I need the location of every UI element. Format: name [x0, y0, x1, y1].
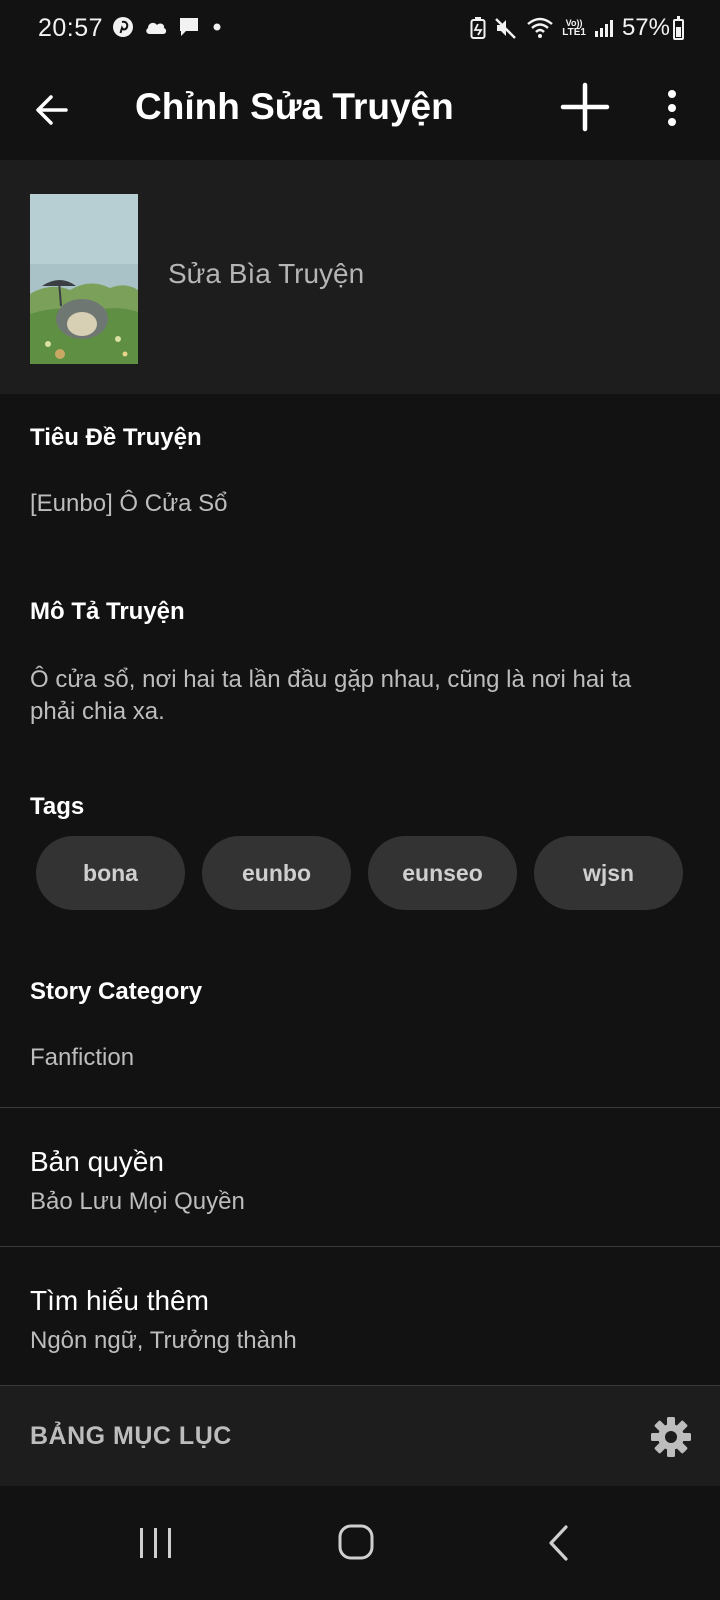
table-of-contents-header: BẢNG MỤC LỤC — [0, 1386, 720, 1486]
app-bar: Chỉnh Sửa Truyện — [0, 60, 720, 160]
copyright-row[interactable]: Bản quyền Bảo Lưu Mọi Quyền — [0, 1108, 720, 1246]
message-icon — [180, 18, 198, 36]
cloud-icon — [146, 22, 167, 34]
home-icon[interactable] — [338, 1524, 374, 1560]
learn-more-value: Ngôn ngữ, Trưởng thành — [30, 1327, 297, 1354]
edit-cover-row[interactable]: Sửa Bìa Truyện — [0, 160, 720, 394]
battery-percent: 57% — [621, 14, 670, 41]
page-title: Chỉnh Sửa Truyện — [135, 86, 454, 127]
back-arrow-icon[interactable] — [30, 88, 74, 132]
recent-apps-icon[interactable] — [138, 1526, 174, 1560]
back-icon[interactable] — [546, 1524, 570, 1562]
tag-chip[interactable]: eunbo — [202, 836, 351, 910]
volte-icon: Vo)) LTE1 — [562, 18, 586, 38]
signal-icon — [594, 20, 613, 37]
tag-chip[interactable]: eunseo — [368, 836, 517, 910]
copyright-value: Bảo Lưu Mọi Quyền — [30, 1188, 245, 1215]
status-time: 20:57 — [38, 14, 104, 42]
learn-more-row[interactable]: Tìm hiểu thêm Ngôn ngữ, Trưởng thành — [0, 1247, 720, 1385]
cover-image[interactable] — [30, 194, 138, 364]
story-category-field[interactable]: Fanfiction — [30, 1042, 680, 1074]
battery-saver-icon — [470, 17, 486, 39]
gear-icon[interactable] — [650, 1416, 692, 1458]
tags-label: Tags — [30, 793, 85, 820]
story-title-field[interactable]: [Eunbo] Ô Cửa Sổ — [30, 488, 680, 520]
table-of-contents-label: BẢNG MỤC LỤC — [30, 1422, 232, 1450]
tag-chip[interactable]: bona — [36, 836, 185, 910]
status-system-icons: Vo)) LTE1 57% — [470, 14, 670, 42]
mute-icon — [495, 18, 517, 39]
tag-chip[interactable]: wjsn — [534, 836, 683, 910]
story-description-field[interactable]: Ô cửa sổ, nơi hai ta lần đầu gặp nhau, c… — [30, 664, 680, 728]
status-bar: 20:57 Vo)) LTE1 57% — [0, 0, 720, 60]
dot-icon — [213, 23, 221, 31]
copyright-title: Bản quyền — [30, 1146, 164, 1177]
pinterest-icon — [113, 17, 133, 37]
plus-icon[interactable] — [560, 82, 610, 132]
wifi-icon — [527, 17, 554, 38]
more-vertical-icon[interactable] — [660, 86, 684, 130]
battery-icon — [673, 16, 684, 40]
story-description-label: Mô Tả Truyện — [30, 598, 185, 625]
edit-cover-label[interactable]: Sửa Bìa Truyện — [168, 258, 364, 290]
tags-list: bona eunbo eunseo wjsn — [36, 836, 683, 910]
story-category-label: Story Category — [30, 978, 203, 1005]
system-nav-bar — [0, 1486, 720, 1600]
status-notification-icons — [112, 16, 224, 38]
learn-more-title: Tìm hiểu thêm — [30, 1285, 209, 1316]
story-title-label: Tiêu Đề Truyện — [30, 424, 202, 451]
